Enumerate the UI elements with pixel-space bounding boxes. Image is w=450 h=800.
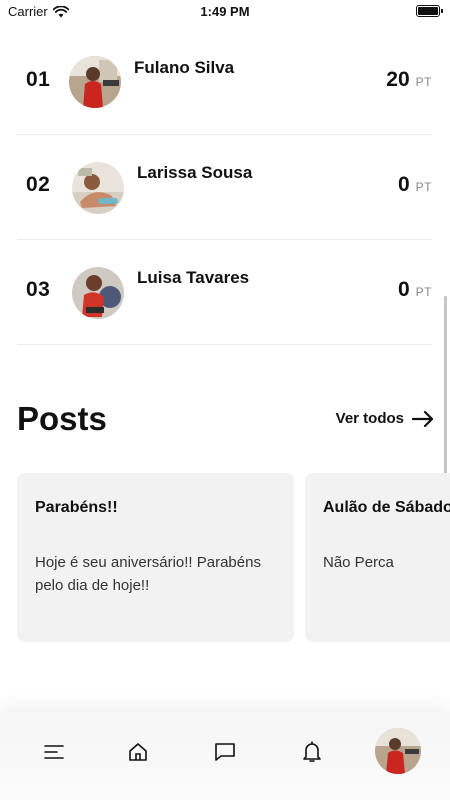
rank-score: 0 PT bbox=[398, 173, 432, 197]
battery-level bbox=[418, 7, 438, 15]
chat-icon bbox=[215, 743, 235, 761]
nav-home[interactable] bbox=[124, 738, 152, 766]
ranking-row[interactable]: 01 Fulano Silva 20 PT bbox=[17, 30, 432, 135]
nav-notifications[interactable] bbox=[298, 738, 326, 766]
posts-carousel[interactable]: Parabéns!! Hoje é seu aniversário!! Para… bbox=[17, 473, 450, 643]
post-body: Hoje é seu aniversário!! Parabéns pelo d… bbox=[35, 554, 261, 594]
menu-icon bbox=[44, 745, 64, 759]
arrow-right-icon bbox=[412, 410, 434, 427]
post-title: Aulão de Sábado bbox=[323, 499, 450, 516]
rank-score: 20 PT bbox=[386, 68, 432, 92]
section-title: Posts bbox=[17, 400, 107, 437]
see-all-label: Ver todos bbox=[335, 410, 404, 427]
clock: 1:49 PM bbox=[200, 4, 250, 19]
post-card[interactable]: Parabéns!! Hoje é seu aniversário!! Para… bbox=[17, 473, 294, 642]
post-body: Não Perca bbox=[323, 554, 394, 571]
home-icon bbox=[129, 743, 147, 761]
nav-chat[interactable] bbox=[211, 738, 239, 766]
ranking-list: 01 Fulano Silva 20 PT 02 Larissa Sousa 0… bbox=[17, 30, 432, 345]
nav-menu[interactable] bbox=[40, 738, 68, 766]
bottom-nav bbox=[0, 712, 450, 800]
post-title: Parabéns!! bbox=[35, 499, 118, 516]
avatar bbox=[69, 56, 121, 108]
bell-icon bbox=[303, 741, 321, 762]
rank-name: Luisa Tavares bbox=[137, 268, 250, 287]
see-all-button[interactable]: Ver todos bbox=[336, 410, 434, 427]
rank-points: 0 bbox=[397, 173, 410, 196]
rank-points-unit: PT bbox=[415, 180, 432, 194]
rank-points: 0 bbox=[397, 278, 410, 301]
rank-position: 03 bbox=[26, 278, 51, 301]
profile-avatar[interactable] bbox=[375, 728, 421, 774]
rank-position: 01 bbox=[26, 68, 51, 91]
ranking-row[interactable]: 02 Larissa Sousa 0 PT bbox=[17, 135, 432, 240]
rank-score: 0 PT bbox=[398, 278, 432, 302]
ranking-row[interactable]: 03 Luisa Tavares 0 PT bbox=[17, 240, 432, 345]
post-card[interactable]: Aulão de Sábado Não Perca bbox=[305, 473, 450, 642]
rank-points-unit: PT bbox=[415, 285, 432, 299]
rank-points: 20 bbox=[386, 68, 410, 91]
rank-name: Fulano Silva bbox=[134, 58, 235, 77]
rank-position: 02 bbox=[26, 173, 51, 196]
battery-icon bbox=[416, 5, 443, 17]
rank-name: Larissa Sousa bbox=[137, 163, 253, 182]
avatar bbox=[72, 162, 124, 214]
avatar bbox=[72, 267, 124, 319]
status-bar: Carrier 1:49 PM bbox=[0, 0, 450, 24]
rank-points-unit: PT bbox=[415, 75, 432, 89]
